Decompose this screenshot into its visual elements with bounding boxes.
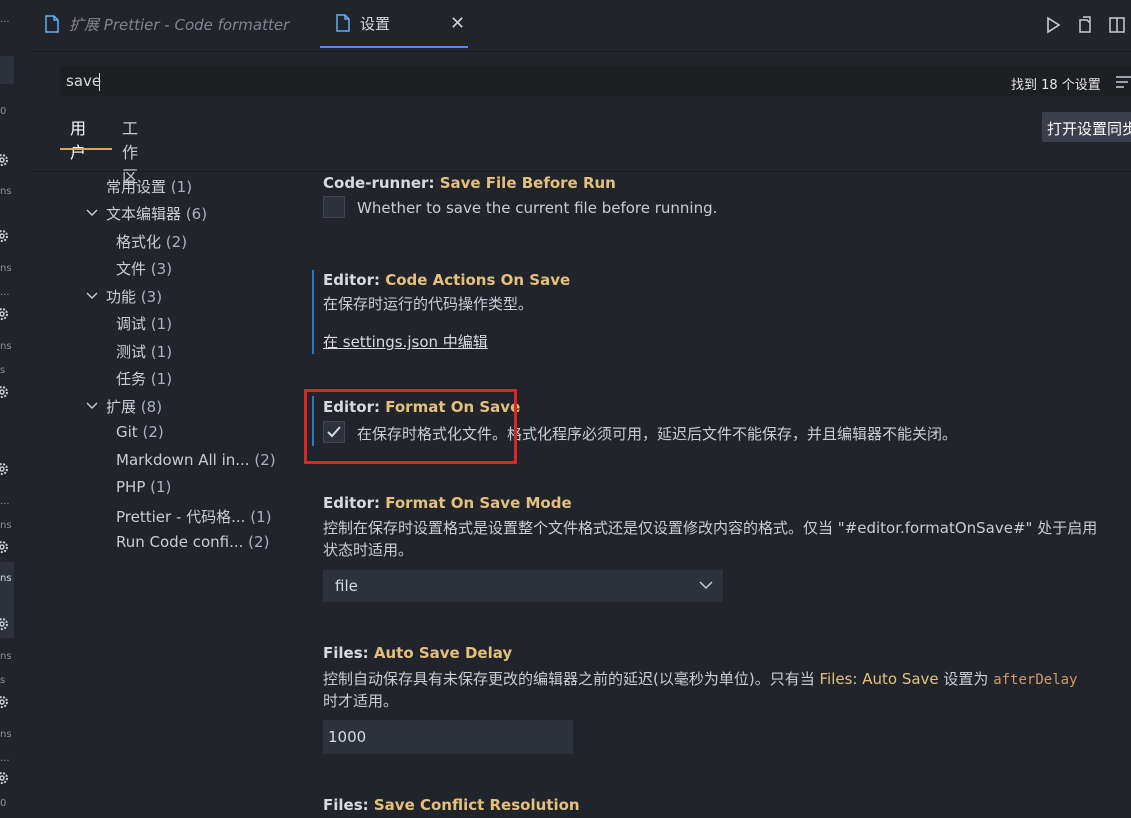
- chevron-down-icon[interactable]: [86, 206, 98, 218]
- settings-search-bar: 找到 18 个设置: [60, 66, 1131, 96]
- gear-icon[interactable]: [0, 770, 10, 786]
- toc-item[interactable]: 调试 (1): [116, 313, 172, 334]
- setting-save-conflict-resolution: Files: Save Conflict Resolution: [310, 792, 1131, 818]
- setting-description: 控制在保存时设置格式是设置整个文件格式还是仅设置修改内容的格式。仅当 "#edi…: [323, 519, 1098, 537]
- side-label: ns: [0, 573, 12, 584]
- settings-search-input[interactable]: [61, 72, 961, 90]
- toc-item[interactable]: Git (2): [116, 423, 164, 441]
- toc-item[interactable]: 常用设置 (1): [106, 176, 192, 197]
- side-label: ns: [0, 341, 12, 352]
- modified-indicator: [312, 270, 314, 354]
- side-label: ns: [0, 729, 12, 740]
- side-label: s: [0, 365, 6, 376]
- side-label: ns: [0, 520, 12, 531]
- toc-item[interactable]: PHP (1): [116, 478, 171, 496]
- side-label: ns: [0, 186, 12, 197]
- side-strip: ... 0 ns ns ... ns s ... ns ns ns s ns .…: [0, 0, 30, 818]
- chevron-down-icon[interactable]: [86, 399, 98, 411]
- toc-item[interactable]: 文本编辑器 (6): [106, 203, 207, 224]
- toc-item[interactable]: 扩展 (8): [106, 396, 162, 417]
- gear-icon[interactable]: [0, 228, 10, 244]
- editor-tab-bar: 扩展 Prettier - Code formatter 设置 ✕: [30, 0, 1131, 52]
- tab-user[interactable]: 用户: [70, 115, 86, 171]
- side-label: ...: [0, 287, 10, 298]
- toc-item[interactable]: 任务 (1): [116, 368, 172, 389]
- open-settings-sync-button[interactable]: 打开设置同步: [1042, 112, 1131, 142]
- toc-item[interactable]: Prettier - 代码格... (1): [116, 506, 271, 527]
- toc-item[interactable]: Markdown All in... (2): [116, 451, 276, 469]
- side-label: ns: [0, 263, 12, 274]
- side-label: ns: [0, 651, 12, 662]
- setting-title: Files: Save Conflict Resolution: [323, 796, 580, 814]
- toc-item[interactable]: 测试 (1): [116, 341, 172, 362]
- setting-description: 在保存时运行的代码操作类型。: [323, 295, 534, 313]
- toc-item[interactable]: 功能 (3): [106, 286, 162, 307]
- gear-icon[interactable]: [0, 152, 10, 168]
- chevron-down-icon[interactable]: [86, 289, 98, 301]
- setting-code-actions-on-save: Editor: Code Actions On Save 在保存时运行的代码操作…: [310, 268, 1131, 358]
- edit-in-settings-json-link[interactable]: 在 settings.json 中编辑: [323, 331, 488, 352]
- format-mode-select[interactable]: file: [323, 570, 723, 602]
- toc-item[interactable]: 格式化 (2): [116, 231, 187, 252]
- text-caret: [99, 73, 100, 91]
- inline-code: afterDelay: [993, 672, 1078, 688]
- setting-checkbox[interactable]: [323, 196, 345, 218]
- side-label: ...: [0, 14, 10, 25]
- side-label: 0: [0, 106, 7, 117]
- setting-save-file-before-run: Code-runner: Save File Before Run Whethe…: [310, 172, 1131, 232]
- file-icon: [45, 15, 59, 33]
- side-selected-row[interactable]: [0, 56, 14, 84]
- gear-icon[interactable]: [0, 694, 10, 710]
- auto-save-delay-input[interactable]: 1000: [323, 720, 573, 754]
- setting-format-on-save-mode: Editor: Format On Save Mode 控制在保存时设置格式是设…: [310, 490, 1131, 602]
- side-label: ...: [0, 496, 10, 507]
- gear-icon[interactable]: [0, 306, 10, 322]
- setting-description: 控制自动保存具有未保存更改的编辑器之前的延迟(以毫秒为单位)。只有当 Files…: [323, 670, 1078, 688]
- highlight-annotation-box: [304, 389, 517, 464]
- tab-label: 设置: [360, 14, 391, 33]
- side-label: s: [0, 675, 6, 686]
- file-icon: [336, 14, 350, 32]
- setting-description: 状态时适用。: [323, 541, 414, 559]
- close-icon[interactable]: ✕: [450, 13, 465, 34]
- toc-item[interactable]: 文件 (3): [116, 258, 172, 279]
- setting-title: Code-runner: Save File Before Run: [323, 174, 616, 192]
- filter-icon[interactable]: [1116, 75, 1131, 89]
- search-result-count: 找到 18 个设置: [1011, 78, 1101, 93]
- tab-prettier-extension[interactable]: 扩展 Prettier - Code formatter: [44, 0, 289, 48]
- setting-title: Editor: Format On Save Mode: [323, 494, 572, 512]
- gear-icon[interactable]: [0, 384, 10, 400]
- tab-label: 扩展 Prettier - Code formatter: [69, 15, 290, 34]
- setting-description: 时才适用。: [323, 692, 399, 710]
- setting-title: Files: Auto Save Delay: [323, 644, 513, 662]
- gear-icon[interactable]: [0, 539, 10, 555]
- setting-reference[interactable]: Files: Auto Save: [819, 670, 938, 688]
- gear-icon[interactable]: [0, 616, 10, 632]
- side-label: 0: [0, 798, 7, 809]
- side-label: ...: [0, 753, 10, 764]
- open-json-icon[interactable]: [1076, 16, 1094, 34]
- chevron-down-icon: [699, 581, 713, 590]
- toc-item[interactable]: Run Code confi... (2): [116, 533, 269, 551]
- select-value: file: [335, 577, 358, 595]
- run-icon[interactable]: [1044, 16, 1062, 34]
- tab-settings[interactable]: 设置 ✕: [320, 0, 468, 48]
- gear-icon[interactable]: [0, 461, 10, 477]
- split-editor-icon[interactable]: [1108, 16, 1126, 34]
- setting-description: Whether to save the current file before …: [357, 199, 718, 217]
- setting-title: Editor: Code Actions On Save: [323, 271, 571, 289]
- active-tab-underline: [60, 148, 112, 150]
- setting-auto-save-delay: Files: Auto Save Delay 控制自动保存具有未保存更改的编辑器…: [310, 640, 1131, 760]
